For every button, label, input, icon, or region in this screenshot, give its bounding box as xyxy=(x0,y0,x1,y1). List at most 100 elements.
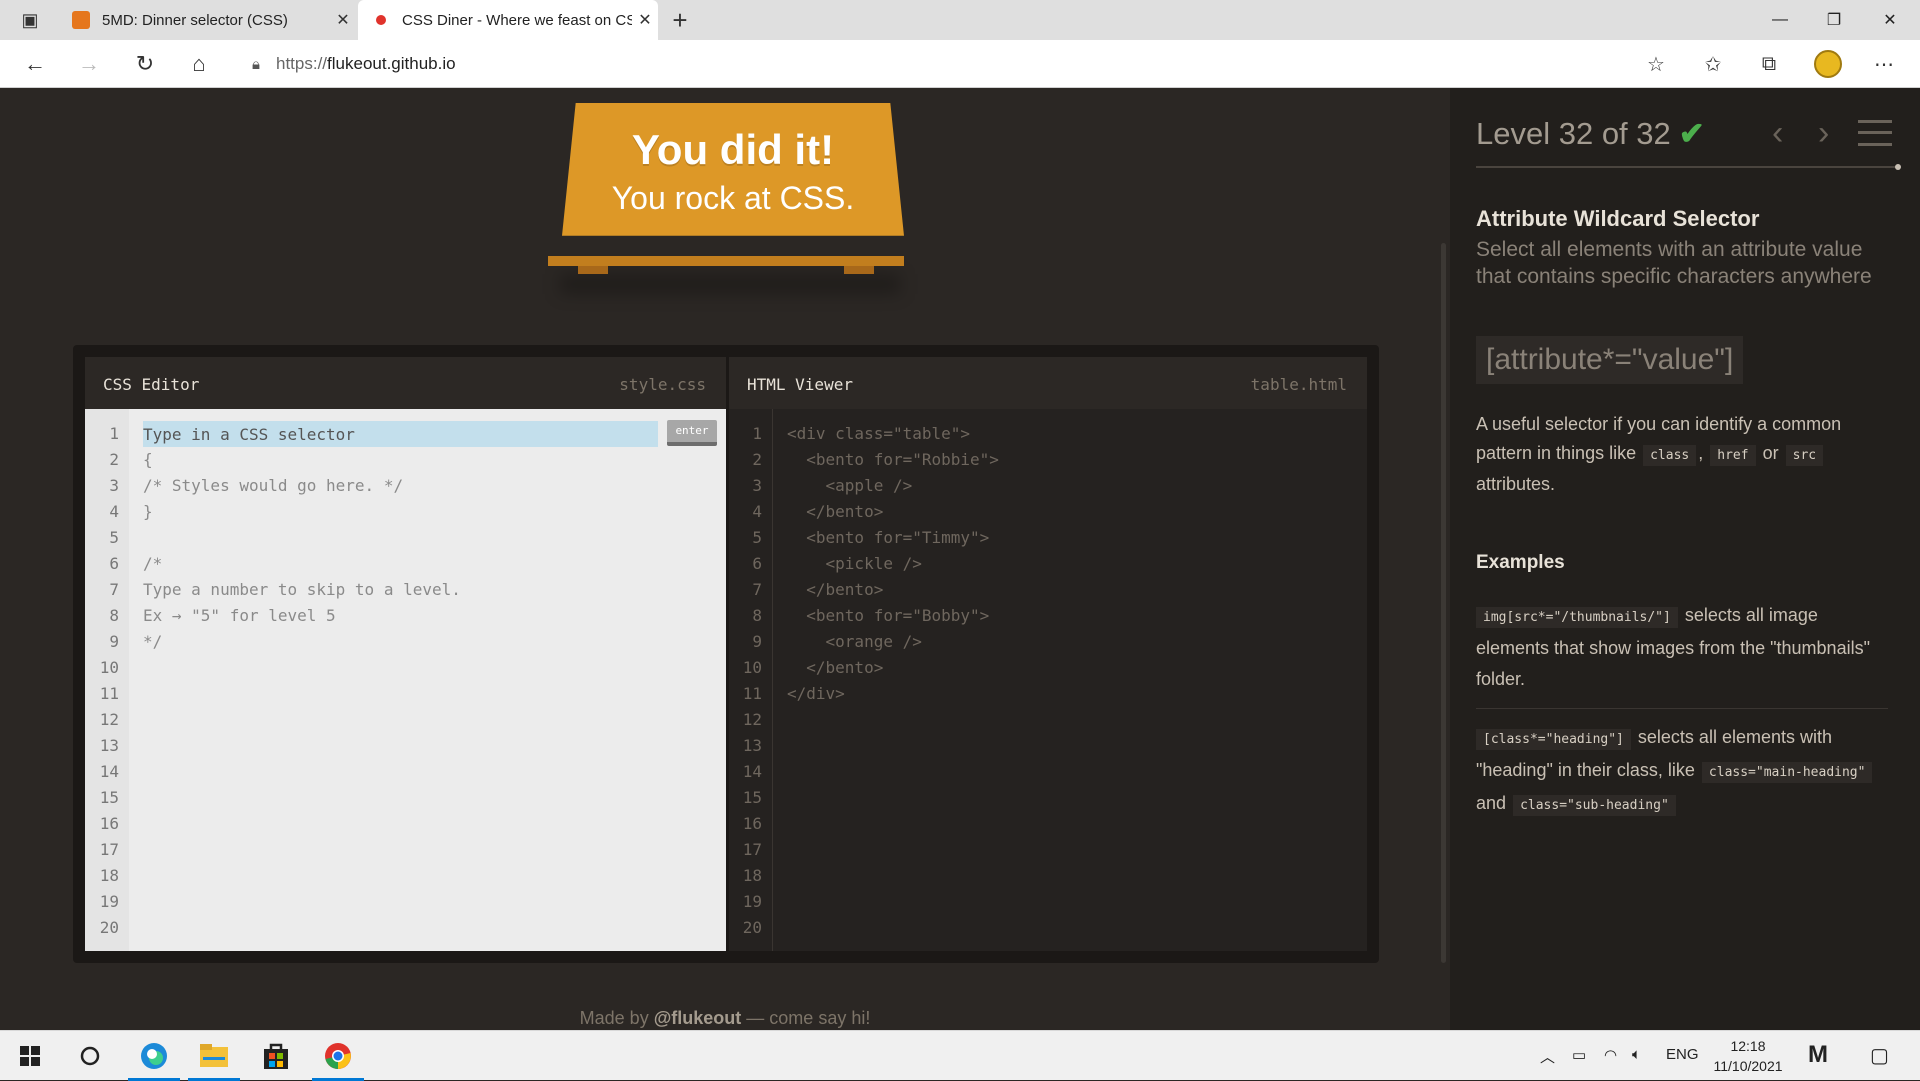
code-href: href xyxy=(1710,445,1756,466)
code-line: <orange /> xyxy=(787,632,922,651)
code-class: class xyxy=(1643,445,1697,466)
scrollbar-thumb[interactable] xyxy=(1441,243,1446,963)
clock-time: 12:18 xyxy=(1730,1038,1766,1054)
css-selector-input[interactable] xyxy=(143,421,658,447)
taskbar-chrome[interactable] xyxy=(308,1031,368,1081)
html-viewer-body: <div class="table"> <bento for="Robbie">… xyxy=(773,409,1367,951)
forward-arrow-icon[interactable]: → xyxy=(72,48,106,80)
address-bar[interactable]: 🔒︎ https://flukeout.github.io xyxy=(236,46,1682,82)
line-number: 20 xyxy=(99,918,119,937)
tab-favicon-icon xyxy=(72,11,90,29)
line-number: 9 xyxy=(109,632,119,651)
folder-icon xyxy=(200,1044,228,1067)
line-number: 14 xyxy=(742,762,762,781)
html-viewer-filename: table.html xyxy=(1250,375,1347,394)
footer-handle-link[interactable]: @flukeout xyxy=(654,1008,742,1028)
code-line: <bento for="Bobby"> xyxy=(787,606,990,625)
taskbar-edge[interactable] xyxy=(124,1031,184,1081)
code-line: <div class="table"> xyxy=(787,424,971,443)
tab-dinner-selector[interactable]: 5MD: Dinner selector (CSS) ✕ xyxy=(60,0,356,40)
battery-icon[interactable]: ▭ xyxy=(1572,1046,1586,1064)
add-favorite-icon[interactable]: ☆ xyxy=(1640,50,1672,78)
profile-avatar[interactable] xyxy=(1814,50,1842,78)
close-icon[interactable]: ✕ xyxy=(632,10,658,30)
hint-separator: , xyxy=(1698,443,1704,463)
menu-icon[interactable] xyxy=(1858,120,1892,146)
code-line: /* Styles would go here. */ xyxy=(143,476,404,495)
win-title: You did it! xyxy=(631,126,835,173)
app-tray-icon[interactable]: M xyxy=(1808,1041,1828,1069)
line-number: 1 xyxy=(752,424,762,443)
css-editor-title: CSS Editor xyxy=(103,375,200,394)
notifications-icon[interactable]: ▢ xyxy=(1870,1043,1889,1068)
minimize-icon[interactable]: — xyxy=(1752,0,1808,40)
code-line: { xyxy=(143,450,153,469)
tab-favicon-icon xyxy=(372,11,390,29)
line-number: 11 xyxy=(99,684,119,703)
line-number: 19 xyxy=(742,892,762,911)
tab-title: CSS Diner - Where we feast on CSS Select… xyxy=(402,11,632,29)
taskbar-store[interactable] xyxy=(246,1031,306,1081)
code-line: Type a number to skip to a level. xyxy=(143,580,461,599)
line-number: 18 xyxy=(742,866,762,885)
editor-container: CSS Editor style.css 1 2 3 4 5 6 7 8 9 10 11 12 13 14… xyxy=(73,345,1379,963)
next-level-button[interactable]: › xyxy=(1818,114,1829,153)
footer-suffix: — come say hi! xyxy=(746,1008,871,1028)
line-number: 7 xyxy=(109,580,119,599)
line-number: 14 xyxy=(99,762,119,781)
code-line: Ex → "5" for level 5 xyxy=(143,606,336,625)
code-line: <bento for="Timmy"> xyxy=(787,528,990,547)
clock[interactable]: 12:18 11/10/2021 xyxy=(1706,1036,1790,1076)
tab-css-diner[interactable]: CSS Diner - Where we feast on CSS Select… xyxy=(358,0,658,40)
edge-icon xyxy=(141,1043,167,1069)
scrollbar[interactable] xyxy=(1438,88,1450,1030)
code-line: </div> xyxy=(787,684,845,703)
example-1-code: img[src*="/thumbnails/"] xyxy=(1476,607,1678,628)
start-button[interactable] xyxy=(0,1031,60,1081)
taskbar-file-explorer[interactable] xyxy=(184,1031,244,1081)
collections-icon[interactable]: ⧉ xyxy=(1753,50,1785,78)
new-tab-button[interactable]: + xyxy=(666,5,694,35)
line-number: 2 xyxy=(109,450,119,469)
url-scheme: https:// xyxy=(276,54,328,73)
language-indicator[interactable]: ENG xyxy=(1666,1046,1699,1063)
code-src: src xyxy=(1785,445,1824,466)
selector-description: Select all elements with an attribute va… xyxy=(1476,238,1872,288)
volume-icon[interactable]: 🔈︎ xyxy=(1632,1046,1641,1063)
restore-icon[interactable]: ❐ xyxy=(1806,0,1862,40)
windows-icon xyxy=(20,1046,40,1066)
line-number: 7 xyxy=(752,580,762,599)
enter-button[interactable]: enter xyxy=(667,420,717,446)
show-hidden-icons[interactable]: ︿ xyxy=(1540,1046,1555,1067)
sidebar: Level 32 of 32 ✔ ‹ › Attribute Wildcard S… xyxy=(1450,88,1920,1030)
code-line: /* xyxy=(143,554,163,573)
css-code: {/* Styles would go here. */} /* Type a nu… xyxy=(143,447,461,655)
example-2-code-b: class="sub-heading" xyxy=(1513,795,1676,816)
code-line: */ xyxy=(143,632,163,651)
line-number: 11 xyxy=(742,684,762,703)
line-number: 13 xyxy=(99,736,119,755)
wifi-icon[interactable]: ◠ xyxy=(1604,1046,1617,1064)
css-line-numbers: 1 2 3 4 5 6 7 8 9 10 11 12 13 14 15 16 17 18 19 20 xyxy=(85,409,129,951)
window-close-icon[interactable]: ✕ xyxy=(1862,0,1918,40)
tab-actions-icon[interactable]: ▣ xyxy=(16,6,44,34)
home-icon[interactable]: ⌂ xyxy=(182,48,216,80)
search-icon xyxy=(80,1046,100,1066)
favorites-icon[interactable]: ✩ xyxy=(1697,50,1729,78)
table-edge xyxy=(548,256,904,266)
more-icon[interactable]: ⋯ xyxy=(1868,50,1900,78)
back-arrow-icon[interactable]: ← xyxy=(18,48,52,80)
line-number: 13 xyxy=(742,736,762,755)
previous-level-button[interactable]: ‹ xyxy=(1772,114,1783,153)
line-number: 1 xyxy=(109,424,119,443)
close-icon[interactable]: ✕ xyxy=(330,10,356,30)
line-number: 4 xyxy=(109,502,119,521)
search-button[interactable] xyxy=(60,1031,120,1081)
refresh-icon[interactable]: ↻ xyxy=(128,48,162,80)
chrome-icon xyxy=(325,1043,351,1069)
examples-heading: Examples xyxy=(1476,552,1565,573)
selector-title: Attribute Wildcard Selector xyxy=(1476,206,1760,231)
line-number: 16 xyxy=(99,814,119,833)
table-leg xyxy=(844,266,874,274)
